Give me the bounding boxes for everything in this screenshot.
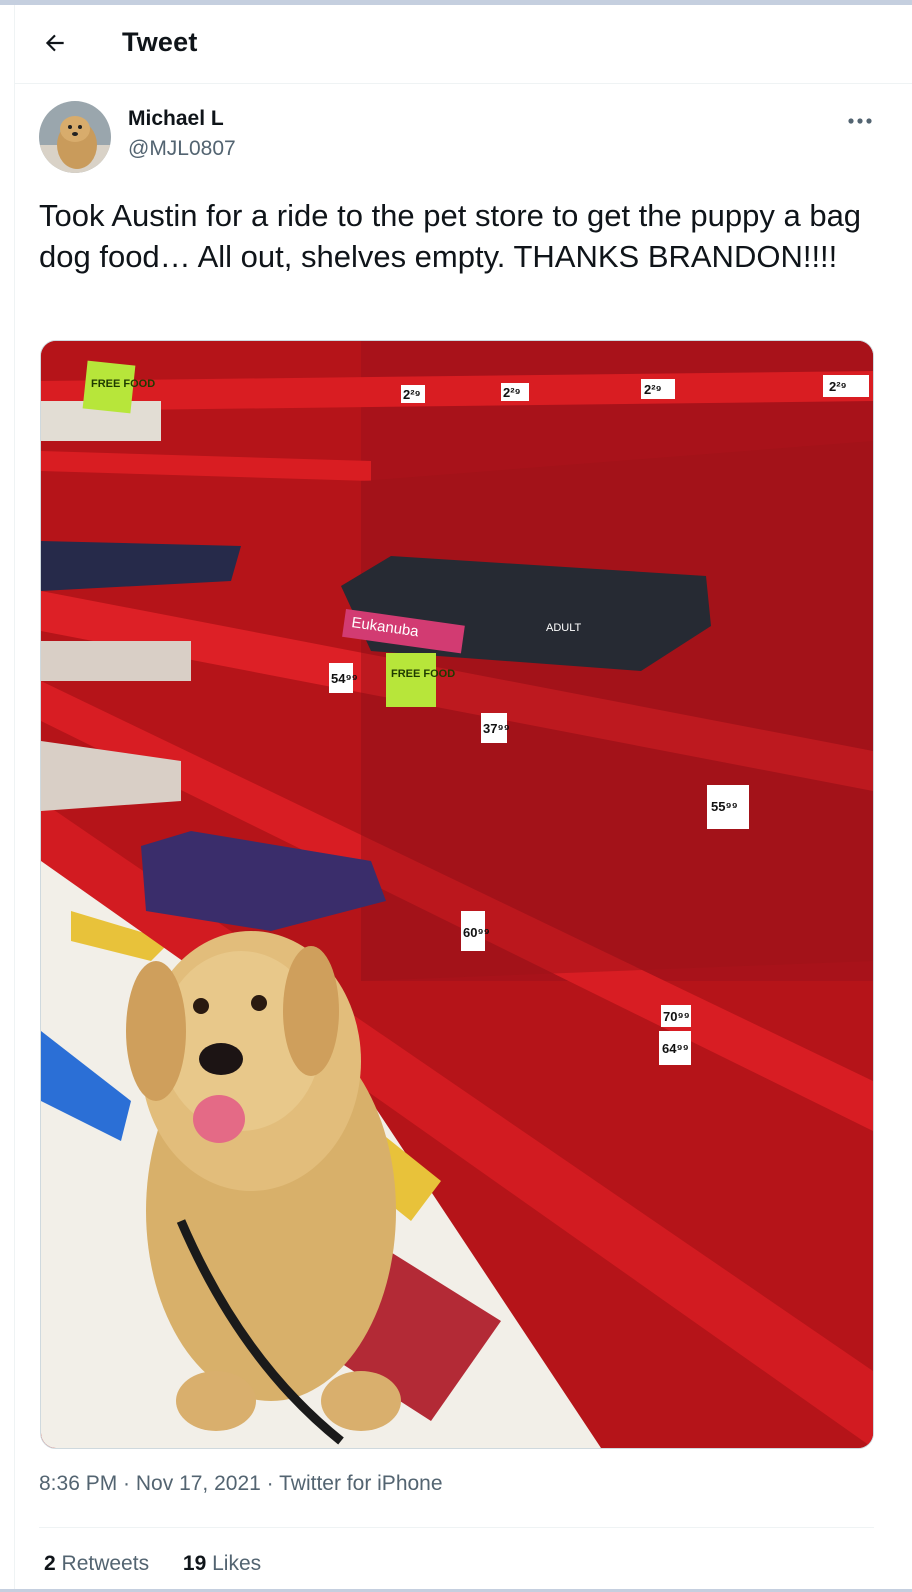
back-button[interactable]: [37, 25, 73, 61]
tweet-stats: 2 Retweets 19 Likes: [44, 1552, 289, 1576]
more-options-button[interactable]: [842, 106, 878, 136]
price-tag: 2²⁹: [403, 387, 421, 402]
meta-separator: ·: [260, 1472, 280, 1495]
price-tag: 37⁹⁹: [483, 721, 510, 736]
price-tag: 70⁹⁹: [663, 1009, 690, 1024]
author-display-name[interactable]: Michael L: [128, 107, 224, 131]
price-tag: 54⁹⁹: [331, 671, 358, 686]
tweet-time[interactable]: 8:36 PM: [39, 1472, 117, 1495]
avatar[interactable]: [39, 101, 111, 173]
tweet-source[interactable]: Twitter for iPhone: [279, 1472, 442, 1495]
likes-label: Likes: [212, 1552, 262, 1575]
price-tag: 2²⁹: [503, 385, 521, 400]
more-horizontal-icon: [848, 118, 872, 124]
likes-stat[interactable]: 19 Likes: [183, 1552, 261, 1575]
svg-text:FREE FOOD: FREE FOOD: [391, 668, 455, 680]
page-title: Tweet: [122, 27, 198, 57]
retweets-stat[interactable]: 2 Retweets: [44, 1552, 149, 1575]
bag-adult-label: ADULT: [546, 622, 582, 634]
price-tag: 2²⁹: [829, 379, 847, 394]
column-border: [14, 5, 15, 1592]
tweet-photo[interactable]: Eukanuba ADULT FREE FOOD FREE FOOD 2²⁹ 2…: [40, 340, 874, 1449]
price-tag: 55⁹⁹: [711, 799, 738, 814]
author-handle[interactable]: @MJL0807: [128, 137, 236, 161]
tweet-date[interactable]: Nov 17, 2021: [136, 1472, 261, 1495]
retweets-count: 2: [44, 1552, 56, 1575]
price-tag: 2²⁹: [644, 382, 662, 397]
likes-count: 19: [182, 1552, 207, 1575]
divider: [39, 1527, 874, 1528]
retweets-label: Retweets: [61, 1552, 150, 1575]
meta-separator: ·: [117, 1472, 136, 1495]
price-tag: 64⁹⁹: [662, 1041, 689, 1056]
price-tag: 60⁹⁹: [463, 925, 490, 940]
tweet-text: Took Austin for a ride to the pet store …: [39, 198, 862, 274]
tweet-header: Tweet: [15, 5, 912, 84]
tweet-meta: 8:36 PM · Nov 17, 2021 · Twitter for iPh…: [39, 1472, 443, 1496]
svg-text:FREE FOOD: FREE FOOD: [91, 378, 155, 390]
arrow-left-icon: [45, 34, 64, 52]
